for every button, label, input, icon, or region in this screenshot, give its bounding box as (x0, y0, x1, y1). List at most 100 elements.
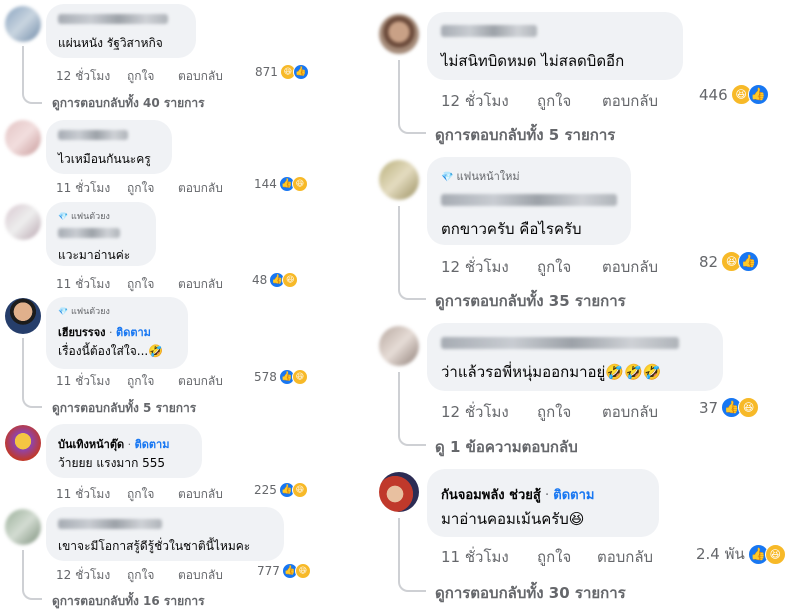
comment-time[interactable]: 11 ชั่วโมง (441, 545, 509, 569)
commenter-name-blurred[interactable] (58, 14, 168, 24)
reaction-summary[interactable]: 777 👍 😆 (257, 563, 311, 579)
follow-link[interactable]: ติดตาม (135, 438, 170, 451)
commenter-name-blurred[interactable] (58, 130, 128, 140)
like-action[interactable]: ถูกใจ (127, 372, 154, 391)
view-replies-link[interactable]: ดูการตอบกลับทั้ง 5 รายการ (52, 399, 196, 418)
fan-badge: 💎 แฟนตัวยง (58, 209, 110, 223)
view-replies-link[interactable]: ดูการตอบกลับทั้ง 40 รายการ (52, 94, 205, 113)
follow-link[interactable]: ติดตาม (116, 326, 151, 339)
diamond-badge-icon: 💎 (441, 172, 454, 183)
comment-text: ตกขาวครับ คือไรครับ (441, 220, 582, 238)
reaction-count: 777 (257, 564, 280, 578)
reaction-summary[interactable]: 225 👍 😆 (254, 482, 308, 498)
commenter-name-blurred[interactable] (58, 228, 120, 238)
view-replies-link[interactable]: ดูการตอบกลับทั้ง 5 รายการ (435, 123, 615, 147)
reaction-count: 82 (699, 252, 719, 271)
commenter-name-blurred[interactable] (441, 25, 537, 37)
commenter-name-row: กันจอมพลัง ช่วยสู้ · ติดตาม (441, 488, 595, 503)
like-action[interactable]: ถูกใจ (537, 400, 571, 424)
reply-action[interactable]: ตอบกลับ (178, 67, 223, 86)
comment-time[interactable]: 12 ชั่วโมง (441, 400, 509, 424)
like-action[interactable]: ถูกใจ (127, 179, 154, 198)
haha-reaction-icon: 😆 (291, 176, 308, 192)
view-replies-link[interactable]: ดูการตอบกลับทั้ง 35 รายการ (435, 289, 626, 313)
avatar[interactable] (5, 425, 41, 461)
reaction-summary[interactable]: 2.4 พัน 👍 😆 (696, 542, 786, 566)
reaction-count: 48 (252, 273, 268, 287)
view-replies-link[interactable]: ดูการตอบกลับทั้ง 30 รายการ (435, 581, 626, 605)
avatar[interactable] (5, 6, 41, 42)
thread-line (398, 372, 426, 446)
avatar[interactable] (379, 160, 419, 200)
avatar[interactable] (5, 298, 41, 334)
avatar[interactable] (379, 472, 419, 512)
commenter-name-blurred[interactable] (441, 337, 679, 349)
view-replies-link[interactable]: ดู 1 ข้อความตอบกลับ (435, 435, 578, 459)
view-replies-link[interactable]: ดูการตอบกลับทั้ง 16 รายการ (52, 592, 205, 611)
commenter-name[interactable]: เฮียบรรจง (58, 326, 106, 339)
avatar[interactable] (5, 120, 41, 156)
comment-time[interactable]: 12 ชั่วโมง (56, 566, 110, 585)
comment-time[interactable]: 11 ชั่วโมง (56, 372, 110, 391)
comment-time[interactable]: 11 ชั่วโมง (56, 485, 110, 504)
new-fan-badge: 💎 แฟนหน้าใหม่ (441, 167, 520, 185)
haha-reaction-icon: 😆 (291, 482, 308, 498)
commenter-name[interactable]: บันเทิงหน้าตุ๊ด (58, 438, 124, 451)
thread-line (398, 206, 426, 300)
comment-text: แผ่นหนัง รัฐวิสาหกิจ (58, 36, 163, 50)
reaction-summary[interactable]: 144 👍 😆 (254, 176, 308, 192)
like-reaction-icon: 👍 (738, 251, 760, 272)
commenter-name-row: บันเทิงหน้าตุ๊ด · ติดตาม (58, 438, 170, 451)
haha-reaction-icon: 😆 (291, 369, 308, 385)
avatar[interactable] (379, 326, 419, 366)
comment-time[interactable]: 12 ชั่วโมง (441, 89, 509, 113)
reaction-summary[interactable]: 446 😆 👍 (699, 84, 769, 105)
like-action[interactable]: ถูกใจ (537, 255, 571, 279)
reply-action[interactable]: ตอบกลับ (602, 400, 658, 424)
haha-reaction-icon: 😆 (738, 397, 760, 418)
reaction-count: 37 (699, 398, 719, 417)
reaction-summary[interactable]: 37 👍 😆 (699, 397, 760, 418)
avatar[interactable] (379, 14, 419, 54)
follow-link[interactable]: ติดตาม (553, 488, 594, 503)
comment-text: ว่าแล้วรอพี่หนุ่มออกมาอยู่🤣🤣🤣 (441, 363, 662, 381)
comment-time[interactable]: 11 ชั่วโมง (56, 179, 110, 198)
reply-action[interactable]: ตอบกลับ (597, 545, 653, 569)
like-action[interactable]: ถูกใจ (127, 485, 154, 504)
reply-action[interactable]: ตอบกลับ (178, 372, 223, 391)
haha-reaction-icon: 😆 (282, 272, 299, 288)
reaction-count: 578 (254, 370, 277, 384)
like-action[interactable]: ถูกใจ (537, 89, 571, 113)
comment-text: ไวเหมือนกันนะครู (58, 152, 151, 166)
reaction-count: 225 (254, 483, 277, 497)
comment-time[interactable]: 12 ชั่วโมง (56, 67, 110, 86)
reaction-summary[interactable]: 578 👍 😆 (254, 369, 308, 385)
commenter-name[interactable]: กันจอมพลัง ช่วยสู้ (441, 488, 541, 503)
commenter-name-row: เฮียบรรจง · ติดตาม (58, 326, 151, 339)
reaction-summary[interactable]: 82 😆 👍 (699, 251, 760, 272)
commenter-name-blurred[interactable] (58, 519, 162, 529)
reaction-count: 446 (699, 85, 728, 104)
reply-action[interactable]: ตอบกลับ (178, 179, 223, 198)
fan-badge-label: แฟนตัวยง (70, 212, 110, 222)
like-action[interactable]: ถูกใจ (127, 566, 154, 585)
avatar[interactable] (5, 204, 41, 240)
comment-text: ว้ายยย แรงมาก 555 (58, 456, 166, 470)
comment-time[interactable]: 11 ชั่วโมง (56, 275, 110, 294)
reaction-summary[interactable]: 871 😆 👍 (255, 64, 309, 80)
reply-action[interactable]: ตอบกลับ (178, 485, 223, 504)
reply-action[interactable]: ตอบกลับ (178, 566, 223, 585)
avatar[interactable] (5, 509, 41, 545)
like-action[interactable]: ถูกใจ (537, 545, 571, 569)
like-action[interactable]: ถูกใจ (127, 67, 154, 86)
like-action[interactable]: ถูกใจ (127, 275, 154, 294)
new-fan-badge-label: แฟนหน้าใหม่ (456, 170, 520, 183)
reaction-summary[interactable]: 48 👍 😆 (252, 272, 299, 288)
reply-action[interactable]: ตอบกลับ (602, 89, 658, 113)
comment-time[interactable]: 12 ชั่วโมง (441, 255, 509, 279)
like-reaction-icon: 👍 (292, 64, 309, 80)
commenter-name-blurred[interactable] (441, 194, 617, 206)
reply-action[interactable]: ตอบกลับ (602, 255, 658, 279)
reply-action[interactable]: ตอบกลับ (178, 275, 223, 294)
fan-badge-label: แฟนตัวยง (70, 307, 110, 317)
